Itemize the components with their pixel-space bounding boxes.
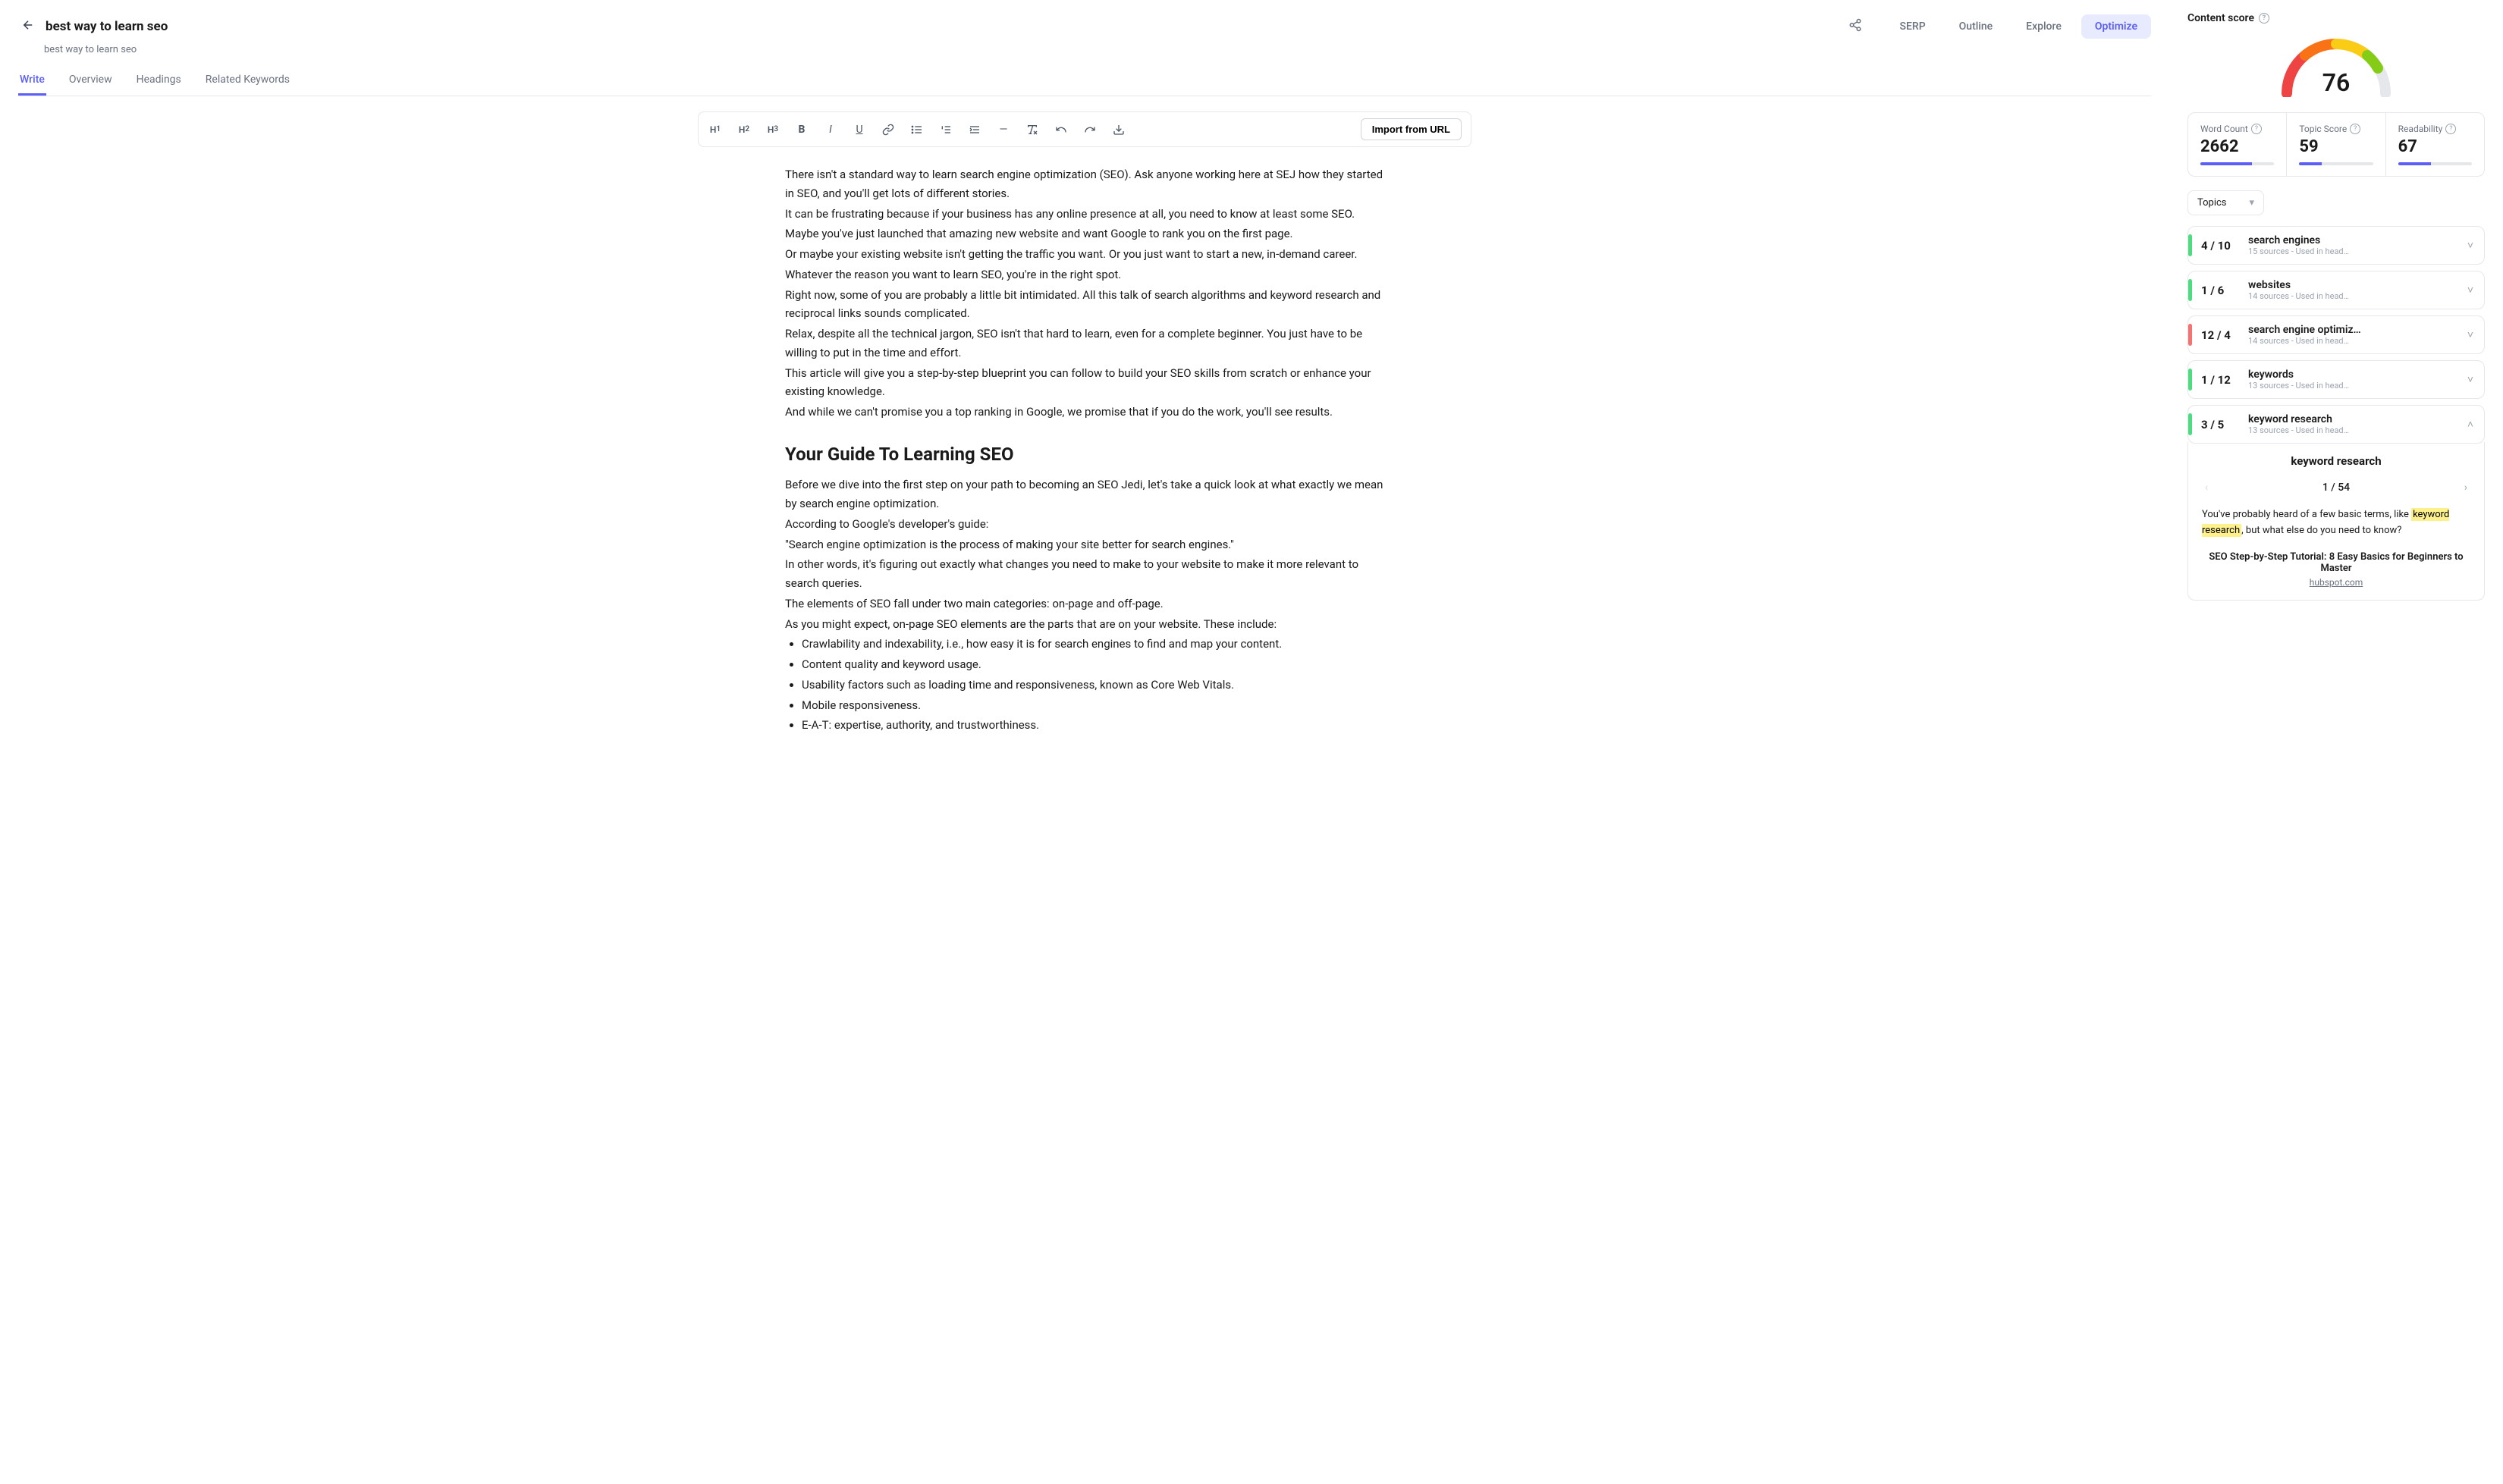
paragraph: As you might expect, on-page SEO element…: [785, 615, 1384, 634]
topics-dropdown[interactable]: Topics ▾: [2187, 190, 2264, 215]
tab-outline[interactable]: Outline: [1946, 14, 2007, 39]
nav-overview[interactable]: Overview: [68, 66, 114, 96]
chevron-down-icon: ▾: [2250, 197, 2255, 209]
editor-content[interactable]: There isn't a standard way to learn sear…: [785, 165, 1384, 735]
help-icon[interactable]: ?: [2251, 124, 2262, 134]
ordered-list-button[interactable]: [938, 122, 953, 137]
nav-related[interactable]: Related Keywords: [204, 66, 291, 96]
h1-button[interactable]: H1: [708, 122, 723, 137]
paragraph: Whatever the reason you want to learn SE…: [785, 265, 1384, 284]
topic-count: 4 / 10: [2201, 239, 2248, 253]
metric-topic-score: Topic Score? 59: [2287, 113, 2385, 176]
topic-meta: 13 sources - Used in head…: [2248, 425, 2467, 435]
score-value: 76: [2322, 68, 2351, 97]
link-button[interactable]: [881, 122, 896, 137]
topic-name: keywords: [2248, 369, 2467, 381]
paragraph: According to Google's developer's guide:: [785, 515, 1384, 534]
chevron-icon: ˄: [2467, 418, 2473, 431]
bold-button[interactable]: B: [794, 122, 809, 137]
italic-button[interactable]: I: [823, 122, 838, 137]
topic-item[interactable]: 12 / 4 search engine optimiz… 14 sources…: [2187, 315, 2485, 354]
back-arrow[interactable]: [18, 15, 38, 38]
nav-write[interactable]: Write: [18, 66, 46, 96]
import-url-button[interactable]: Import from URL: [1361, 118, 1462, 140]
topic-meta: 13 sources - Used in head…: [2248, 381, 2467, 391]
topic-name: search engine optimiz…: [2248, 324, 2467, 336]
help-icon[interactable]: ?: [2350, 124, 2360, 134]
topic-meta: 14 sources - Used in head…: [2248, 336, 2467, 346]
page-subtitle: best way to learn seo: [44, 44, 2151, 55]
expanded-topic-title: keyword research: [2202, 454, 2470, 468]
reference-title: SEO Step-by-Step Tutorial: 8 Easy Basics…: [2202, 551, 2470, 574]
pager-prev[interactable]: ‹: [2202, 478, 2211, 497]
tab-serp[interactable]: SERP: [1886, 14, 1939, 39]
tab-optimize[interactable]: Optimize: [2081, 14, 2151, 39]
tab-explore[interactable]: Explore: [2012, 14, 2075, 39]
metric-readability: Readability? 67: [2386, 113, 2484, 176]
list-item: Usability factors such as loading time a…: [802, 676, 1384, 695]
undo-button[interactable]: [1054, 122, 1069, 137]
topic-count: 1 / 6: [2201, 284, 2248, 297]
h2-button[interactable]: H2: [736, 122, 752, 137]
list-item: E-A-T: expertise, authority, and trustwo…: [802, 716, 1384, 735]
editor-toolbar: H1 H2 H3 B I U — Import from URL: [698, 111, 1471, 147]
paragraph: Maybe you've just launched that amazing …: [785, 224, 1384, 243]
paragraph: This article will give you a step-by-ste…: [785, 364, 1384, 402]
nav-headings[interactable]: Headings: [135, 66, 183, 96]
topic-item[interactable]: 4 / 10 search engines 15 sources - Used …: [2187, 226, 2485, 265]
topic-count: 1 / 12: [2201, 373, 2248, 387]
help-icon[interactable]: ?: [2445, 124, 2456, 134]
heading-2: Your Guide To Learning SEO: [785, 440, 1384, 470]
paragraph: The elements of SEO fall under two main …: [785, 595, 1384, 613]
topic-item[interactable]: 1 / 12 keywords 13 sources - Used in hea…: [2187, 360, 2485, 399]
reference-source[interactable]: hubspot.com: [2202, 577, 2470, 588]
paragraph: Before we dive into the first step on yo…: [785, 475, 1384, 513]
topic-name: websites: [2248, 279, 2467, 291]
chevron-icon: ˅: [2467, 239, 2473, 252]
chevron-icon: ˅: [2467, 284, 2473, 296]
topic-count: 3 / 5: [2201, 418, 2248, 431]
topic-name: keyword research: [2248, 413, 2467, 425]
topic-snippet: You've probably heard of a few basic ter…: [2202, 507, 2470, 539]
paragraph: It can be frustrating because if your bu…: [785, 205, 1384, 224]
pager-next[interactable]: ›: [2461, 478, 2470, 497]
paragraph: There isn't a standard way to learn sear…: [785, 165, 1384, 203]
bullet-list-button[interactable]: [909, 122, 925, 137]
paragraph: Right now, some of you are probably a li…: [785, 286, 1384, 324]
topic-meta: 15 sources - Used in head…: [2248, 246, 2467, 256]
topic-expanded-panel: keyword research ‹ 1 / 54 › You've proba…: [2187, 442, 2485, 601]
chevron-icon: ˅: [2467, 328, 2473, 341]
topic-meta: 14 sources - Used in head…: [2248, 291, 2467, 301]
list-item: Content quality and keyword usage.: [802, 655, 1384, 674]
paragraph: Relax, despite all the technical jargon,…: [785, 325, 1384, 362]
paragraph: In other words, it's figuring out exactl…: [785, 555, 1384, 593]
hr-button[interactable]: —: [996, 122, 1011, 137]
content-score-label: Content score: [2187, 12, 2254, 24]
pager-position: 1 / 54: [2322, 482, 2350, 494]
redo-button[interactable]: [1082, 122, 1098, 137]
underline-button[interactable]: U: [852, 122, 867, 137]
topic-item[interactable]: 3 / 5 keyword research 13 sources - Used…: [2187, 405, 2485, 444]
help-icon[interactable]: ?: [2259, 13, 2269, 24]
clear-format-button[interactable]: [1025, 122, 1040, 137]
paragraph: "Search engine optimization is the proce…: [785, 535, 1384, 554]
topic-name: search engines: [2248, 234, 2467, 246]
indent-button[interactable]: [967, 122, 982, 137]
topic-count: 12 / 4: [2201, 328, 2248, 342]
page-title: best way to learn seo: [46, 19, 168, 34]
paragraph: And while we can't promise you a top ran…: [785, 403, 1384, 422]
topic-item[interactable]: 1 / 6 websites 14 sources - Used in head…: [2187, 271, 2485, 309]
list-item: Mobile responsiveness.: [802, 696, 1384, 715]
paragraph: Or maybe your existing website isn't get…: [785, 245, 1384, 264]
metric-word-count: Word Count? 2662: [2188, 113, 2287, 176]
share-icon[interactable]: [1842, 12, 1868, 41]
chevron-icon: ˅: [2467, 373, 2473, 386]
h3-button[interactable]: H3: [765, 122, 780, 137]
score-gauge: 76: [2272, 29, 2401, 97]
list-item: Crawlability and indexability, i.e., how…: [802, 635, 1384, 654]
download-button[interactable]: [1111, 122, 1126, 137]
